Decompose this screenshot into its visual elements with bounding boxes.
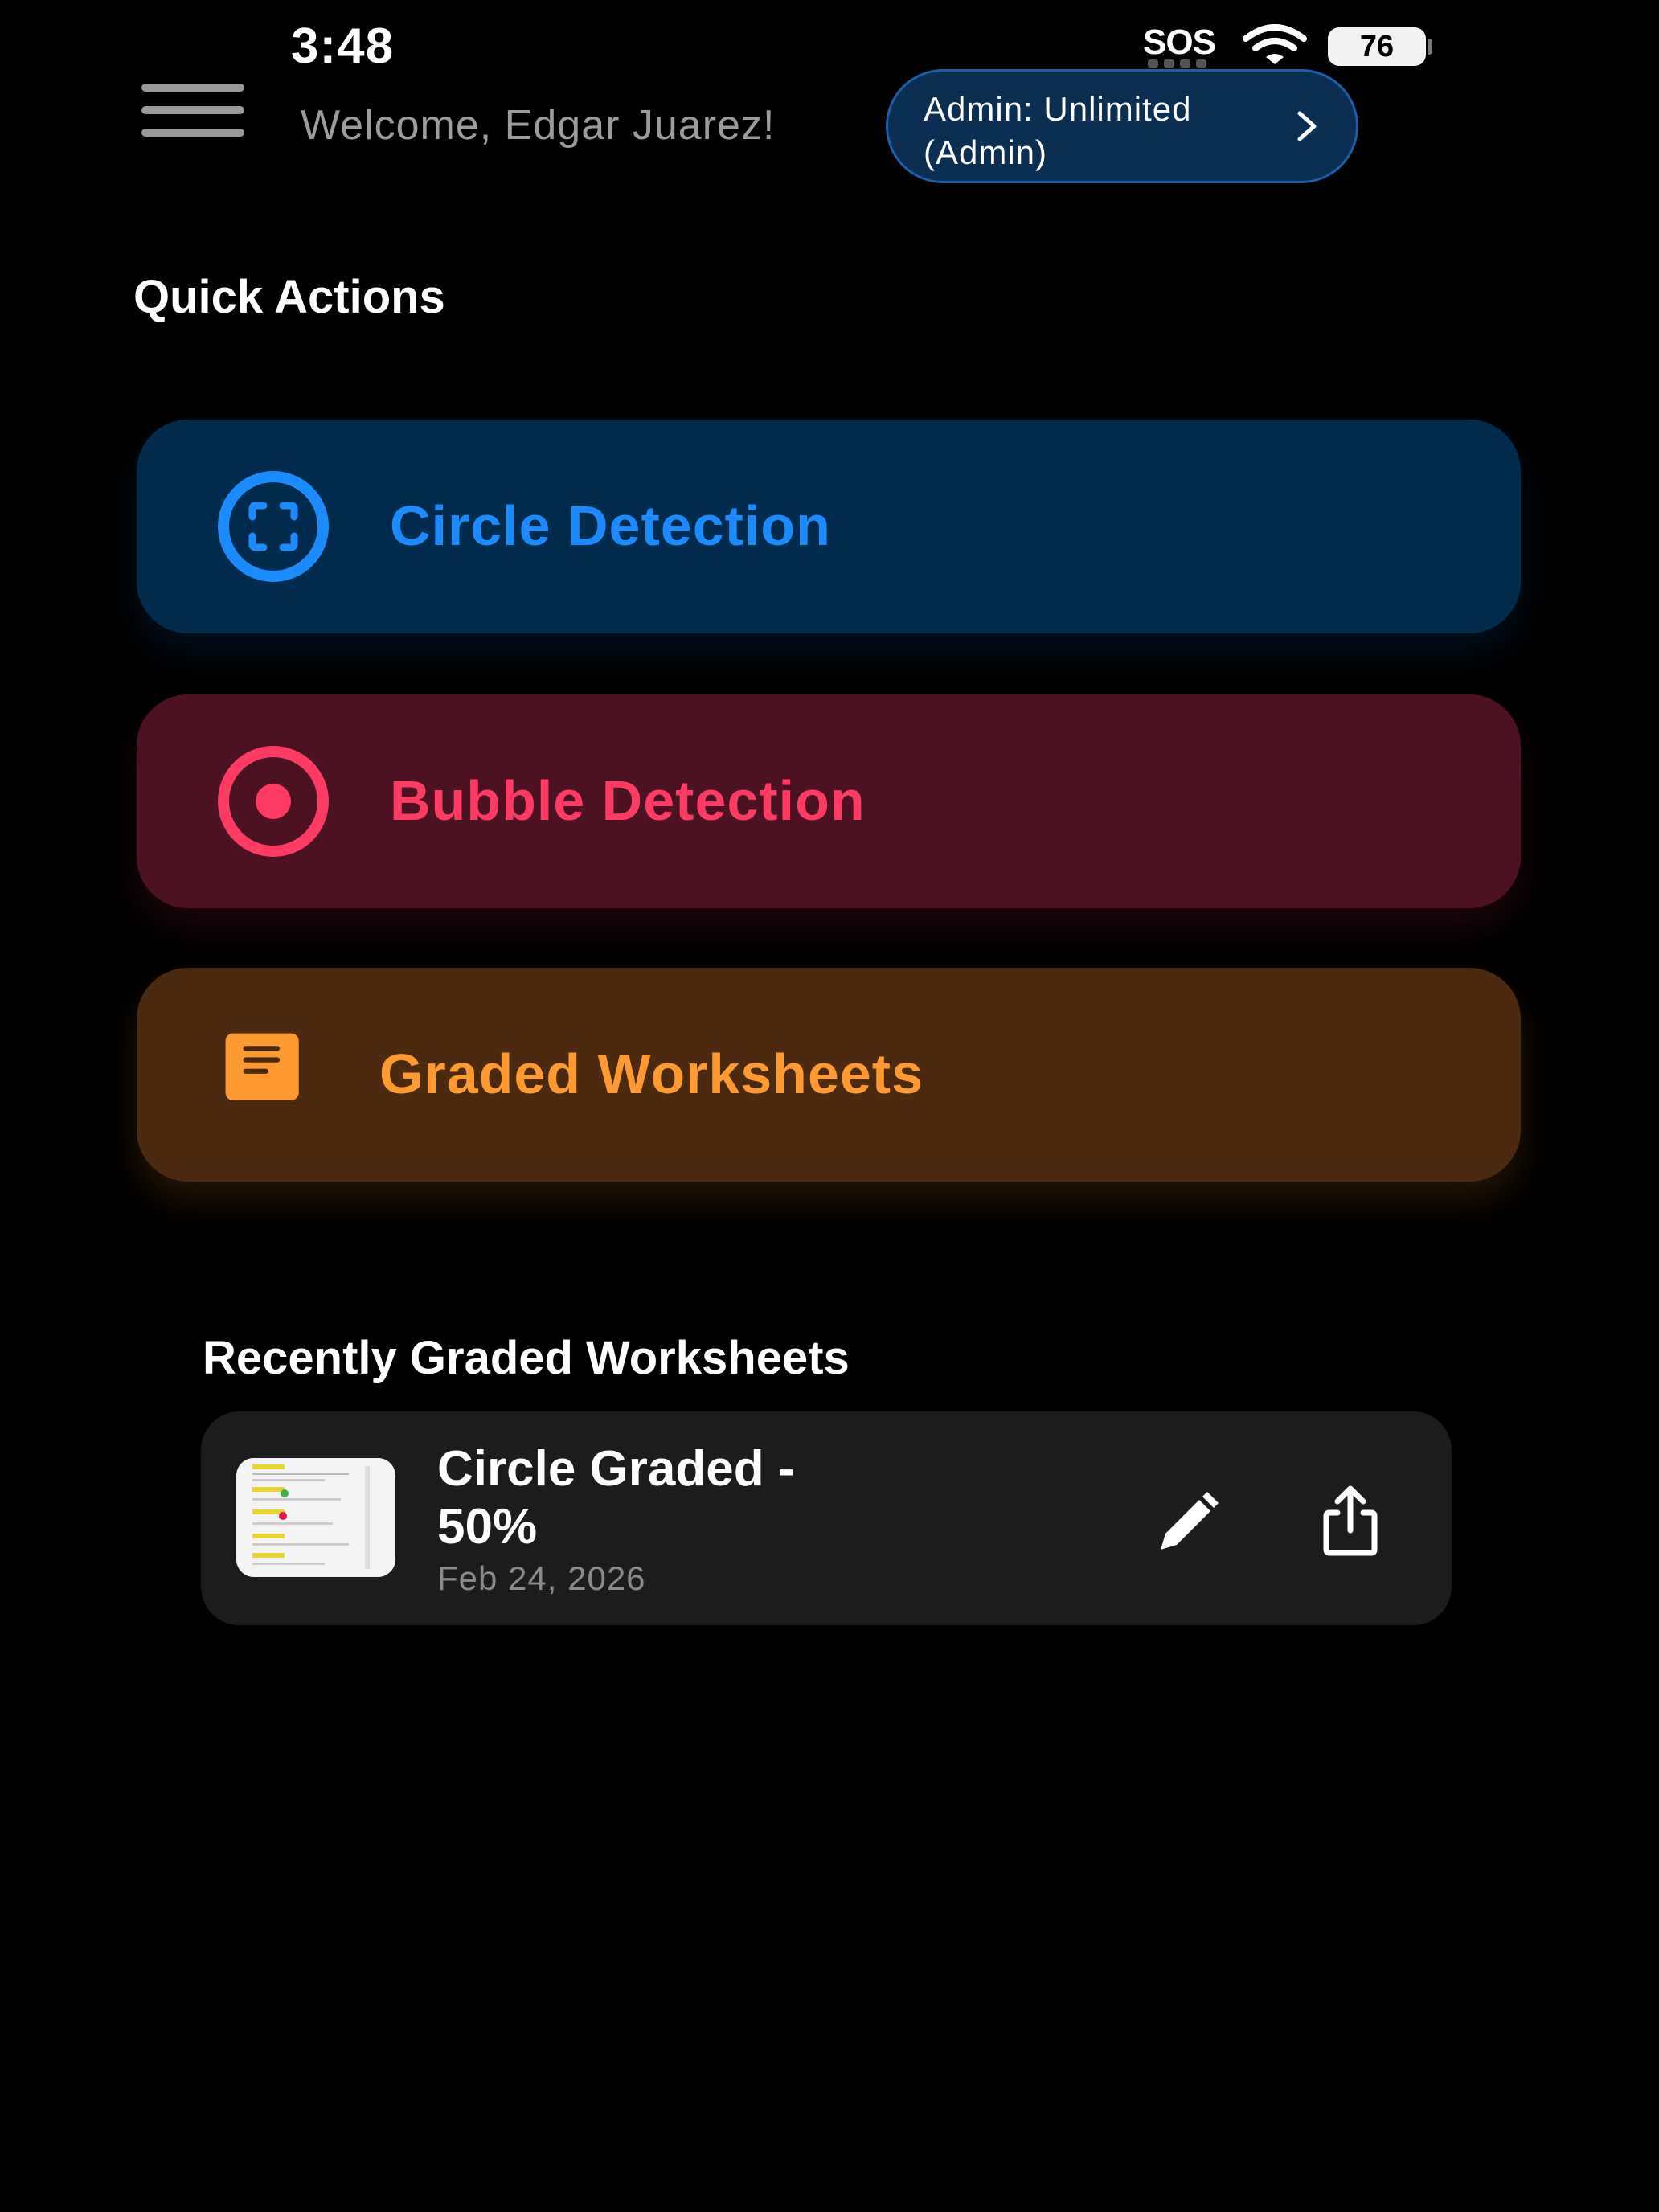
recent-worksheets-title: Recently Graded Worksheets [203, 1332, 850, 1384]
battery-cap [1428, 39, 1432, 55]
status-time: 3:48 [291, 18, 395, 74]
chevron-right-icon [1297, 111, 1317, 141]
target-circle-icon [218, 746, 329, 857]
admin-plan-label: Admin: Unlimited (Admin) [924, 90, 1192, 171]
recent-worksheet-item[interactable]: Circle Graded - 50% Feb 24, 2026 [201, 1411, 1452, 1625]
menu-icon[interactable] [141, 84, 244, 137]
signal-dots-icon [1148, 59, 1206, 68]
worksheet-date: Feb 24, 2026 [437, 1559, 646, 1597]
battery-level: 76 [1359, 29, 1395, 63]
graded-worksheets-button[interactable]: Graded Worksheets [137, 968, 1521, 1182]
wifi-icon [1243, 24, 1307, 64]
viewfinder-circle-icon [218, 471, 329, 582]
circle-detection-label: Circle Detection [390, 494, 831, 557]
share-icon[interactable] [1318, 1485, 1382, 1558]
worksheet-thumbnail [236, 1458, 395, 1577]
worksheet-title: Circle Graded - 50% [437, 1441, 795, 1555]
pencil-icon[interactable] [1154, 1492, 1219, 1556]
sos-indicator: SOS [1143, 23, 1216, 62]
admin-plan-badge[interactable]: Admin: Unlimited (Admin) [886, 69, 1358, 183]
circle-detection-button[interactable]: Circle Detection [137, 420, 1521, 633]
graded-worksheets-label: Graded Worksheets [379, 1043, 924, 1105]
battery-icon: 76 [1328, 27, 1426, 66]
home-screen: 3:48 SOS 76 Welcome, Edgar Juarez! Admin… [0, 0, 1659, 2212]
quick-actions-title: Quick Actions [133, 271, 445, 323]
document-icon [225, 1033, 299, 1100]
bubble-detection-label: Bubble Detection [390, 769, 866, 832]
welcome-text: Welcome, Edgar Juarez! [301, 102, 776, 149]
bubble-detection-button[interactable]: Bubble Detection [137, 694, 1521, 908]
